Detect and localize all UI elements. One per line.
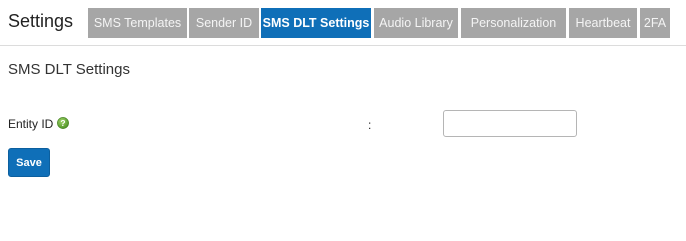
settings-page: Settings SMS Templates Sender ID SMS DLT… [0,0,686,241]
tab-audio-library[interactable]: Audio Library [374,8,458,38]
tab-personalization[interactable]: Personalization [461,8,566,38]
settings-header: Settings SMS Templates Sender ID SMS DLT… [0,0,686,46]
svg-text:?: ? [61,118,66,128]
tab-2fa[interactable]: 2FA [640,8,670,38]
section-title: SMS DLT Settings [8,61,130,78]
tab-sender-id[interactable]: Sender ID [189,8,259,38]
entity-id-input[interactable] [443,110,577,137]
tab-heartbeat[interactable]: Heartbeat [569,8,637,38]
entity-id-label: Entity ID [8,117,54,131]
field-separator: : [368,118,372,132]
tab-sms-templates[interactable]: SMS Templates [88,8,187,38]
page-title: Settings [8,11,74,31]
save-button[interactable]: Save [8,148,50,177]
tab-sms-dlt-settings[interactable]: SMS DLT Settings [261,8,371,38]
entity-id-label-group: Entity ID ? [8,117,70,131]
question-circle-icon[interactable]: ? [57,117,70,129]
